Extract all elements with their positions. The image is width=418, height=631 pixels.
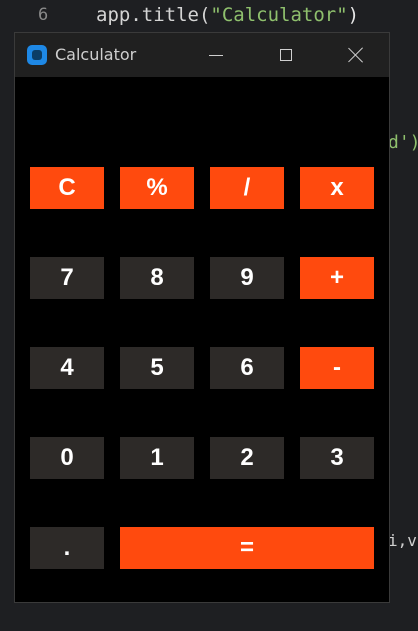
keypad: C % / x 7 8 9 + 4 5 6 - 0 1 2 3 . = xyxy=(15,77,389,602)
code-string: "Calculator" xyxy=(210,4,348,26)
digit-2-button[interactable]: 2 xyxy=(210,437,284,479)
digit-6-button[interactable]: 6 xyxy=(210,347,284,389)
digit-4-button[interactable]: 4 xyxy=(30,347,104,389)
digit-9-button[interactable]: 9 xyxy=(210,257,284,299)
subtract-button[interactable]: - xyxy=(300,347,374,389)
code-prefix: app.title( xyxy=(96,4,211,26)
code-suffix: ) xyxy=(347,4,360,26)
code-line: 6 app.title("Calculator") xyxy=(0,0,418,30)
window-titlebar[interactable]: Calculator xyxy=(15,33,389,77)
decimal-button[interactable]: . xyxy=(30,527,104,569)
minimize-button[interactable] xyxy=(193,33,239,77)
maximize-icon xyxy=(280,49,292,61)
add-button[interactable]: + xyxy=(300,257,374,299)
clear-button[interactable]: C xyxy=(30,167,104,209)
code-fragment-right: d') xyxy=(388,132,418,153)
close-icon xyxy=(348,47,364,63)
maximize-button[interactable] xyxy=(263,33,309,77)
minimize-icon xyxy=(209,54,223,56)
digit-0-button[interactable]: 0 xyxy=(30,437,104,479)
digit-1-button[interactable]: 1 xyxy=(120,437,194,479)
line-number: 6 xyxy=(38,5,49,25)
window-title: Calculator xyxy=(55,45,137,64)
equals-button[interactable]: = xyxy=(120,527,374,569)
divide-button[interactable]: / xyxy=(210,167,284,209)
code-text: app.title("Calculator") xyxy=(96,0,359,30)
multiply-button[interactable]: x xyxy=(300,167,374,209)
percent-button[interactable]: % xyxy=(120,167,194,209)
calculator-window: Calculator C % / x 7 8 9 + 4 5 6 - 0 1 2… xyxy=(14,32,390,603)
digit-5-button[interactable]: 5 xyxy=(120,347,194,389)
digit-7-button[interactable]: 7 xyxy=(30,257,104,299)
close-button[interactable] xyxy=(333,33,379,77)
app-icon xyxy=(27,45,47,65)
digit-3-button[interactable]: 3 xyxy=(300,437,374,479)
code-fragment-right-lower: i,v xyxy=(388,531,417,550)
digit-8-button[interactable]: 8 xyxy=(120,257,194,299)
